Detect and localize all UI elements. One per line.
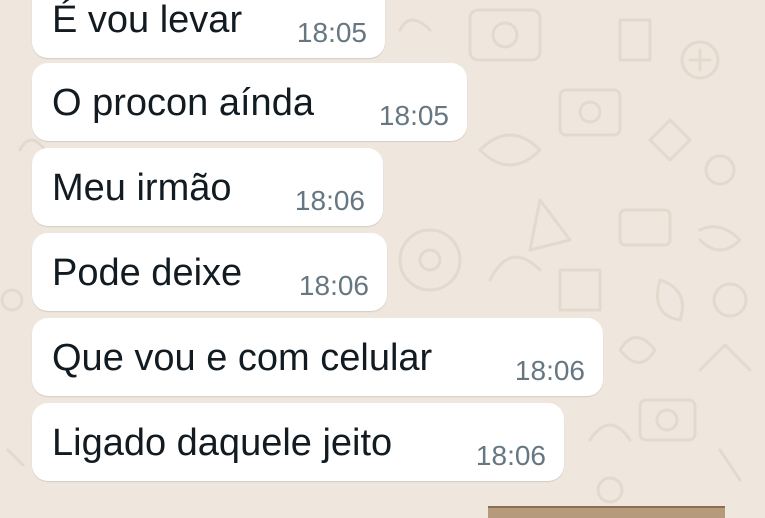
- message-time: 18:06: [294, 185, 365, 216]
- message-text: Ligado daquele jeito: [52, 422, 393, 464]
- message-text: O procon aínda: [52, 82, 314, 124]
- message-time: 18:05: [378, 100, 449, 131]
- message-bubble[interactable]: Ligado daquele jeito 18:06: [32, 403, 564, 481]
- message-time: 18:06: [298, 270, 369, 301]
- message-text: É vou levar: [52, 0, 243, 41]
- message-time: 18:06: [475, 440, 546, 471]
- message-bubble[interactable]: Pode deixe 18:06: [32, 233, 387, 311]
- message-text: Que vou e com celular: [52, 337, 433, 379]
- message-time: 18:06: [514, 355, 585, 386]
- message-bubble[interactable]: É vou levar 18:05: [32, 0, 385, 58]
- media-message-thumbnail[interactable]: [488, 506, 725, 518]
- chat-message-list[interactable]: É vou levar 18:05 O procon aínda 18:05 M…: [0, 0, 765, 518]
- message-bubble[interactable]: Meu irmão 18:06: [32, 148, 383, 226]
- message-time: 18:05: [296, 17, 367, 48]
- message-text: Meu irmão: [52, 167, 232, 209]
- message-text: Pode deixe: [52, 252, 243, 294]
- message-bubble[interactable]: O procon aínda 18:05: [32, 63, 467, 141]
- message-bubble[interactable]: Que vou e com celular 18:06: [32, 318, 603, 396]
